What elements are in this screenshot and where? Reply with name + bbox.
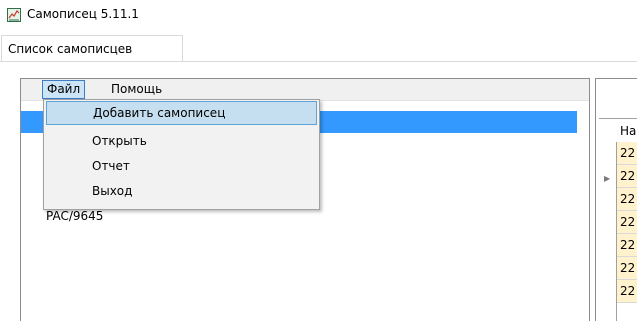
table-row[interactable]: 22 <box>617 234 637 257</box>
tab-label: Список самописцев <box>8 42 133 56</box>
table-row[interactable]: 22 <box>617 188 637 211</box>
table-row[interactable]: 22 <box>617 142 637 165</box>
menu-item-exit[interactable]: Выход <box>46 179 317 203</box>
grid-header[interactable]: На <box>599 118 637 144</box>
menu-bar: Файл Помощь <box>21 79 589 101</box>
file-menu-dropdown: Добавить самописец Открыть Отчет Выход <box>43 99 320 210</box>
table-row[interactable]: 22 <box>617 211 637 234</box>
menu-item-report[interactable]: Отчет <box>46 154 317 178</box>
grid-cell[interactable]: 22 <box>620 169 635 183</box>
menu-item-open[interactable]: Открыть <box>46 129 317 153</box>
menu-item-add-recorder[interactable]: Добавить самописец <box>46 101 317 125</box>
grid-cell[interactable]: 22 <box>620 215 635 229</box>
grid-cell[interactable]: 22 <box>620 238 635 252</box>
grid-column-header[interactable]: На <box>620 124 636 138</box>
app-chart-icon <box>7 8 21 22</box>
grid-cell[interactable]: 22 <box>620 284 635 298</box>
table-row[interactable]: 22 <box>617 165 637 188</box>
title-bar: Самописец 5.11.1 <box>0 0 637 30</box>
recorder-list-item[interactable]: PAC/9645 <box>46 209 103 223</box>
grid-row-header-column: ▶ <box>599 142 617 321</box>
grid-cell[interactable]: 22 <box>620 146 635 160</box>
data-grid[interactable]: На ▶ 22 22 22 22 22 22 22 <box>599 118 637 321</box>
grid-cell[interactable]: 22 <box>620 192 635 206</box>
window-title: Самописец 5.11.1 <box>27 7 139 21</box>
tab-recorder-list[interactable]: Список самописцев <box>1 35 183 62</box>
menu-file[interactable]: Файл <box>42 80 86 99</box>
table-row[interactable]: 22 <box>617 280 637 303</box>
grid-cell[interactable]: 22 <box>620 261 635 275</box>
table-row[interactable]: 22 <box>617 257 637 280</box>
menu-help[interactable]: Помощь <box>107 81 166 98</box>
current-row-arrow-icon: ▶ <box>604 174 611 183</box>
